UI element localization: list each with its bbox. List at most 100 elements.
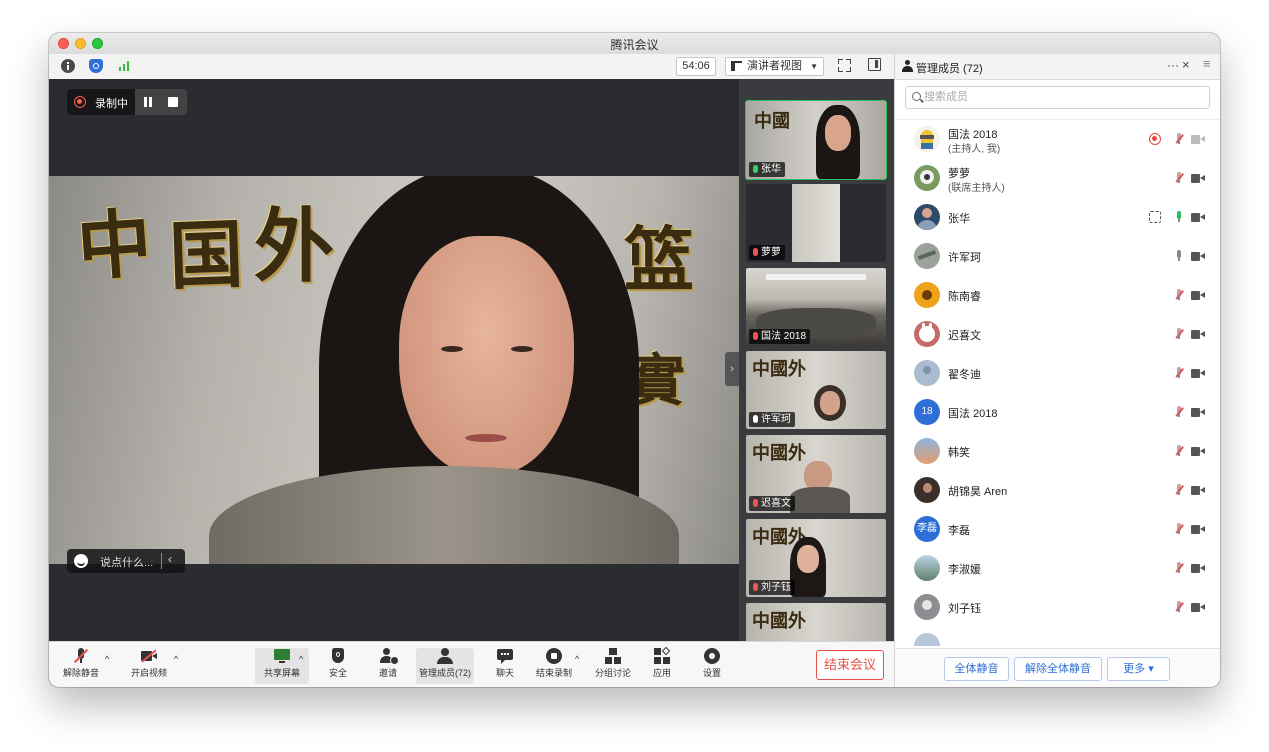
camera-icon[interactable] — [1191, 447, 1205, 456]
view-mode-label: 演讲者视图 — [747, 60, 802, 72]
camera-icon[interactable] — [1191, 408, 1205, 417]
speaker-view-icon — [731, 61, 742, 71]
camera-icon[interactable] — [1191, 213, 1205, 222]
share-options-caret[interactable]: ^ — [299, 654, 303, 664]
meeting-window: 腾讯会议 54:06 演讲者视图 ▼ 录制中 中 国 外 篮 實 说点什么...… — [49, 33, 1220, 687]
start-video-button[interactable]: 开启视频 — [129, 648, 169, 684]
manage-members-button[interactable]: 管理成员(72) — [416, 648, 474, 684]
shield-icon[interactable] — [89, 59, 103, 73]
mic-muted-icon[interactable] — [1175, 367, 1184, 379]
audio-options-caret[interactable]: ^ — [105, 654, 109, 664]
breakout-rooms-button[interactable]: 分组讨论 — [593, 648, 633, 684]
chevron-left-icon[interactable]: ‹ — [168, 552, 172, 566]
pause-recording-icon[interactable] — [143, 97, 153, 107]
info-icon[interactable] — [61, 59, 75, 73]
mic-muted-icon[interactable] — [1175, 133, 1184, 145]
mic-muted-icon — [753, 499, 758, 507]
mic-muted-icon — [753, 332, 758, 340]
chat-placeholder: 说点什么... — [100, 557, 154, 569]
video-tile[interactable]: 国法 2018 — [746, 268, 886, 346]
video-tile[interactable]: 中國外 迟喜文 — [746, 435, 886, 513]
signal-strength-icon[interactable] — [117, 59, 131, 73]
member-row[interactable]: 李磊 李磊 — [895, 510, 1220, 549]
camera-icon[interactable] — [1191, 330, 1205, 339]
member-row[interactable]: 许军珂 — [895, 237, 1220, 276]
settings-button[interactable]: 设置 — [697, 648, 727, 684]
window-title: 腾讯会议 — [610, 38, 659, 52]
security-button[interactable]: 安全 — [323, 648, 353, 684]
camera-icon[interactable] — [1191, 174, 1205, 183]
mic-muted-icon[interactable] — [1175, 445, 1184, 457]
view-mode-select[interactable]: 演讲者视图 ▼ — [725, 57, 824, 76]
emoji-icon[interactable] — [74, 554, 88, 568]
camera-icon[interactable] — [1191, 603, 1205, 612]
video-tile[interactable]: 萝萝 — [746, 184, 886, 262]
mic-muted-icon[interactable] — [1175, 289, 1184, 301]
speaker-video[interactable]: 中 国 外 篮 實 — [49, 176, 739, 564]
mic-on-icon[interactable] — [1175, 211, 1183, 223]
mic-muted-icon[interactable] — [1175, 562, 1184, 574]
member-search-input[interactable]: 搜索成员 — [905, 86, 1210, 109]
mic-muted-icon[interactable] — [1175, 328, 1184, 340]
avatar — [914, 321, 940, 347]
avatar — [914, 126, 940, 152]
member-row[interactable] — [895, 627, 1220, 646]
chat-button[interactable]: 聊天 — [490, 648, 520, 684]
mic-muted-icon[interactable] — [1175, 406, 1184, 418]
camera-icon[interactable] — [1191, 525, 1205, 534]
meeting-timer: 54:06 — [676, 57, 716, 76]
member-row[interactable]: 胡锦昊 Aren — [895, 471, 1220, 510]
camera-icon[interactable] — [1191, 369, 1205, 378]
mic-muted-icon[interactable] — [1175, 601, 1184, 613]
stop-recording-icon[interactable] — [168, 97, 178, 107]
video-gallery: 中國 张华 萝萝 国法 2018 中國外 许军珂 中國外 迟喜文 中國外 刘子钰… — [739, 79, 894, 641]
member-row[interactable]: 李淑媛 — [895, 549, 1220, 588]
video-options-caret[interactable]: ^ — [174, 654, 178, 664]
close-icon[interactable]: × — [1182, 57, 1190, 72]
mic-muted-icon — [753, 248, 758, 256]
end-meeting-button[interactable]: 结束会议 — [816, 650, 884, 680]
member-row[interactable]: 翟冬迪 — [895, 354, 1220, 393]
member-row[interactable]: 刘子钰 — [895, 588, 1220, 627]
mic-muted-icon[interactable] — [1175, 172, 1184, 184]
avatar: 18 — [914, 399, 940, 425]
mute-all-button[interactable]: 全体静音 — [944, 657, 1009, 681]
video-tile[interactable]: 中國外 许军珂 — [746, 351, 886, 429]
member-row[interactable]: 陈南睿 — [895, 276, 1220, 315]
tile-name-tag: 刘子钰 — [749, 580, 795, 595]
member-search-placeholder: 搜索成员 — [924, 91, 968, 103]
member-row[interactable]: 韩笑 — [895, 432, 1220, 471]
end-recording-button[interactable]: 结束录制 — [534, 648, 574, 684]
video-tile[interactable]: 中國外 刘子钰 — [746, 519, 886, 597]
avatar — [914, 282, 940, 308]
invite-button[interactable]: 邀请 — [373, 648, 403, 684]
member-row[interactable]: 国法 2018 (主持人, 我) — [895, 120, 1220, 159]
chat-input[interactable]: 说点什么... ‹ — [67, 549, 185, 573]
video-tile[interactable]: 中國外 — [746, 603, 886, 641]
video-tile[interactable]: 中國 张华 — [745, 100, 887, 180]
mic-muted-icon[interactable] — [1175, 523, 1184, 535]
unmute-all-button[interactable]: 解除全体静音 — [1014, 657, 1102, 681]
camera-off-icon[interactable] — [1191, 135, 1205, 144]
member-row[interactable]: 迟喜文 — [895, 315, 1220, 354]
camera-off-icon — [141, 648, 157, 664]
apps-button[interactable]: 应用 — [647, 646, 677, 684]
member-row[interactable]: 萝萝 (联席主持人) — [895, 159, 1220, 198]
camera-icon[interactable] — [1191, 564, 1205, 573]
camera-icon[interactable] — [1191, 486, 1205, 495]
mic-on-icon[interactable] — [1175, 250, 1183, 262]
recording-icon — [1149, 133, 1161, 145]
menu-icon[interactable]: ≡ — [1203, 56, 1211, 71]
unmute-button[interactable]: 解除静音 — [61, 648, 101, 684]
fullscreen-icon[interactable] — [838, 59, 851, 72]
toggle-sidebar-icon[interactable] — [868, 58, 881, 71]
record-options-caret[interactable]: ^ — [575, 654, 579, 664]
member-row[interactable]: 张华 — [895, 198, 1220, 237]
collapse-gallery-button[interactable]: › — [725, 352, 739, 386]
more-options-icon[interactable]: ··· — [1167, 58, 1179, 72]
camera-icon[interactable] — [1191, 291, 1205, 300]
camera-icon[interactable] — [1191, 252, 1205, 261]
mic-muted-icon[interactable] — [1175, 484, 1184, 496]
more-button[interactable]: 更多 ▾ — [1107, 657, 1170, 681]
member-row[interactable]: 18 国法 2018 — [895, 393, 1220, 432]
